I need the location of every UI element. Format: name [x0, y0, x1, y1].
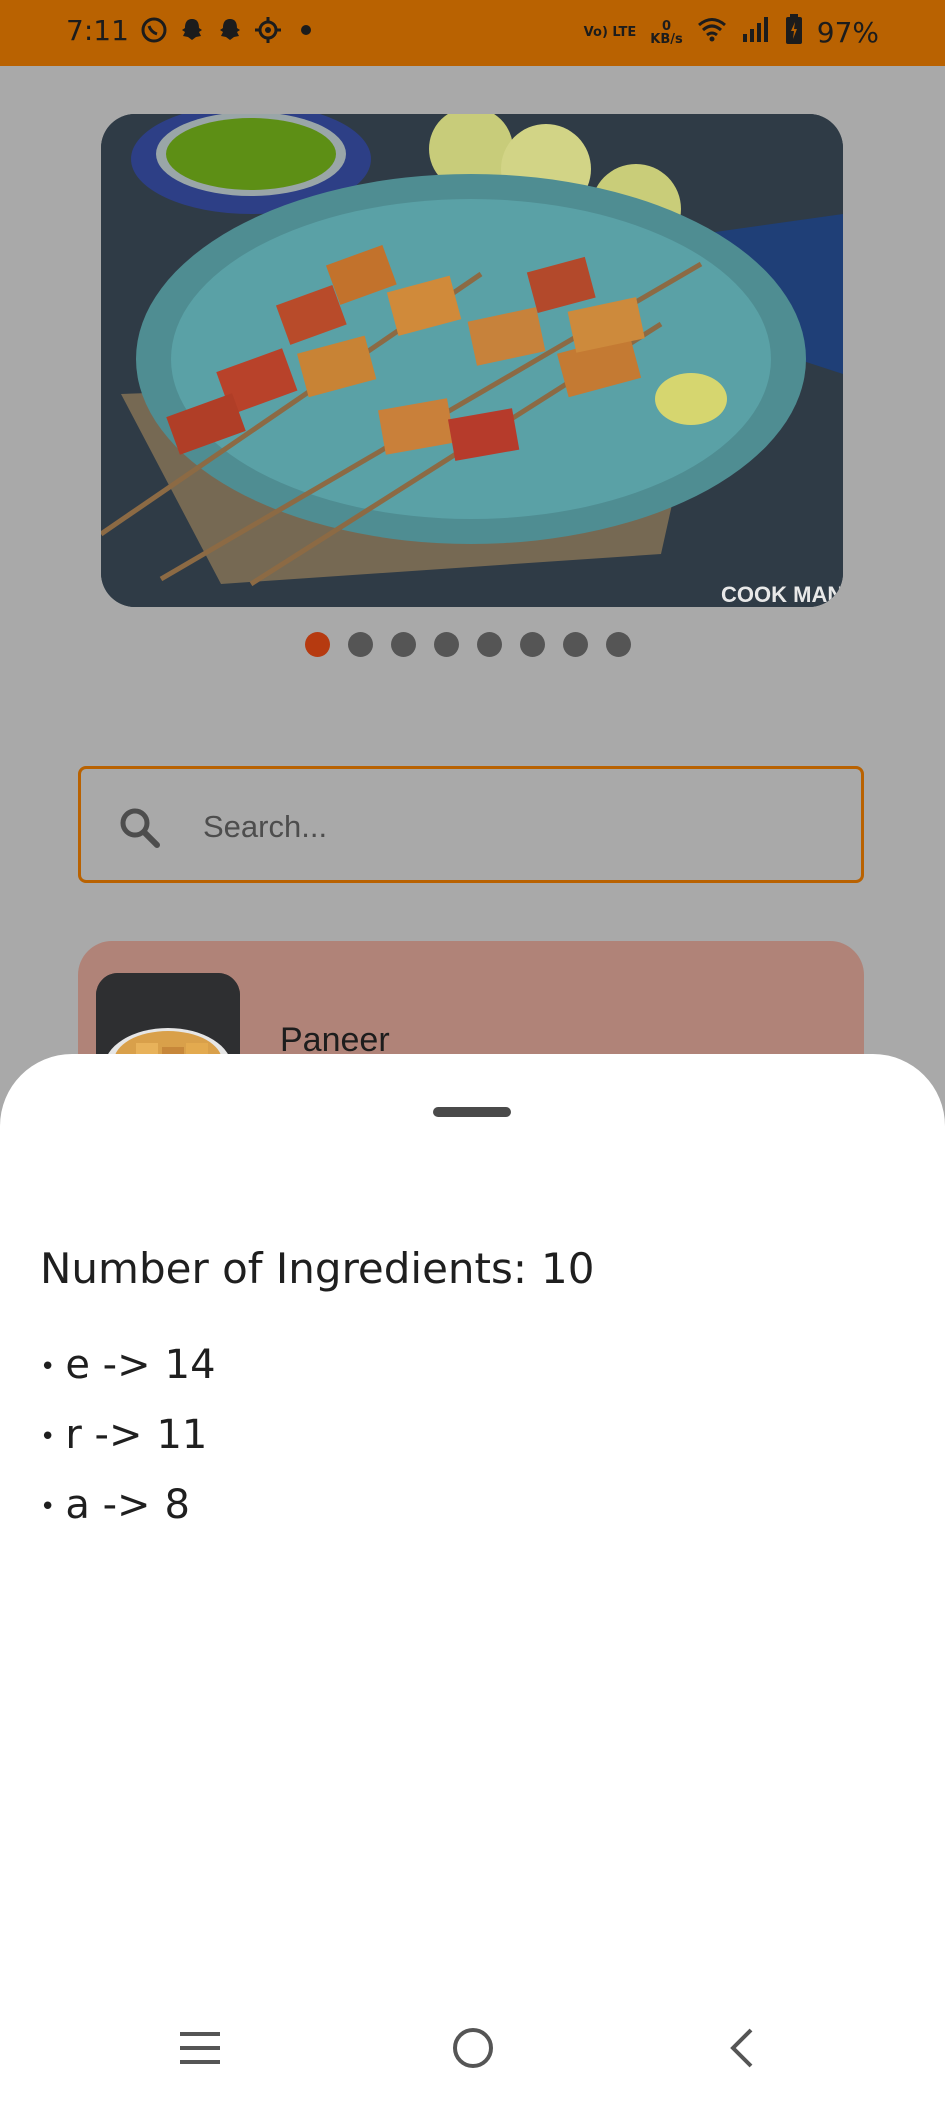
frequency-count: 11	[156, 1412, 208, 1458]
bullet-icon: •	[40, 1422, 56, 1452]
frequency-count: 8	[164, 1482, 190, 1528]
snapchat-icon	[216, 16, 244, 44]
frequency-count: 14	[164, 1342, 216, 1388]
battery-icon	[785, 14, 803, 51]
battery-percent: 97%	[816, 16, 879, 49]
frequency-arrow: ->	[102, 1482, 151, 1528]
pager-dot[interactable]	[563, 632, 588, 657]
pager-dot[interactable]	[434, 632, 459, 657]
search-icon	[120, 808, 160, 848]
frequency-arrow: ->	[94, 1412, 143, 1458]
pager-dot[interactable]	[348, 632, 373, 657]
menu-button[interactable]	[170, 2018, 230, 2078]
settings-icon	[254, 16, 282, 44]
signal-icon	[741, 16, 771, 49]
ingredients-bottom-sheet: Number of Ingredients: 10 • e -> 14 • r -> 11…	[0, 1054, 945, 2107]
pager-dot[interactable]	[477, 632, 502, 657]
letter-frequency-list: • e -> 14 • r -> 11 • a -> 8	[40, 1330, 216, 1540]
search-input[interactable]: Search...	[78, 766, 864, 883]
status-time: 7:11	[66, 14, 129, 47]
frequency-arrow: ->	[102, 1342, 151, 1388]
status-bar: 7:11 Vo) LTE 0 KB/s 97%	[0, 0, 945, 66]
frequency-letter: r	[65, 1412, 82, 1458]
list-item: • e -> 14	[40, 1330, 216, 1400]
pager-dot[interactable]	[391, 632, 416, 657]
back-icon	[730, 2028, 753, 2068]
home-button[interactable]	[443, 2018, 503, 2078]
carousel-pager	[305, 632, 631, 657]
frequency-letter: a	[65, 1482, 90, 1528]
bullet-icon: •	[40, 1352, 56, 1382]
pager-dot[interactable]	[305, 632, 330, 657]
notification-icons	[140, 16, 320, 44]
snapchat-icon	[178, 16, 206, 44]
frequency-letter: e	[65, 1342, 90, 1388]
speed-unit: KB/s	[650, 31, 683, 47]
whatsapp-icon	[140, 16, 168, 44]
home-icon	[453, 2028, 493, 2068]
ingredients-count: Number of Ingredients: 10	[40, 1244, 595, 1293]
list-item: • r -> 11	[40, 1400, 216, 1470]
ingredients-count-label: Number of Ingredients:	[40, 1244, 528, 1293]
menu-icon	[180, 2032, 220, 2064]
image-watermark: COOK MANALI	[721, 582, 843, 607]
system-nav-bar	[0, 1990, 945, 2107]
carousel-image[interactable]: COOK MANALI	[101, 114, 843, 607]
status-right: Vo) LTE 0 KB/s 97%	[584, 14, 879, 51]
drag-handle[interactable]	[433, 1107, 511, 1117]
back-button[interactable]	[712, 2018, 772, 2078]
ingredients-count-value: 10	[541, 1244, 595, 1293]
speed-value: 0	[662, 18, 672, 34]
search-placeholder: Search...	[203, 809, 328, 844]
volte-indicator: Vo) LTE	[583, 25, 637, 40]
wifi-icon	[697, 16, 727, 49]
pager-dot[interactable]	[520, 632, 545, 657]
dot-icon	[292, 16, 320, 44]
paneer-tikka-image: COOK MANALI	[101, 114, 843, 607]
list-item: • a -> 8	[40, 1470, 216, 1540]
bullet-icon: •	[40, 1492, 56, 1522]
network-speed: 0 KB/s	[650, 20, 682, 46]
pager-dot[interactable]	[606, 632, 631, 657]
